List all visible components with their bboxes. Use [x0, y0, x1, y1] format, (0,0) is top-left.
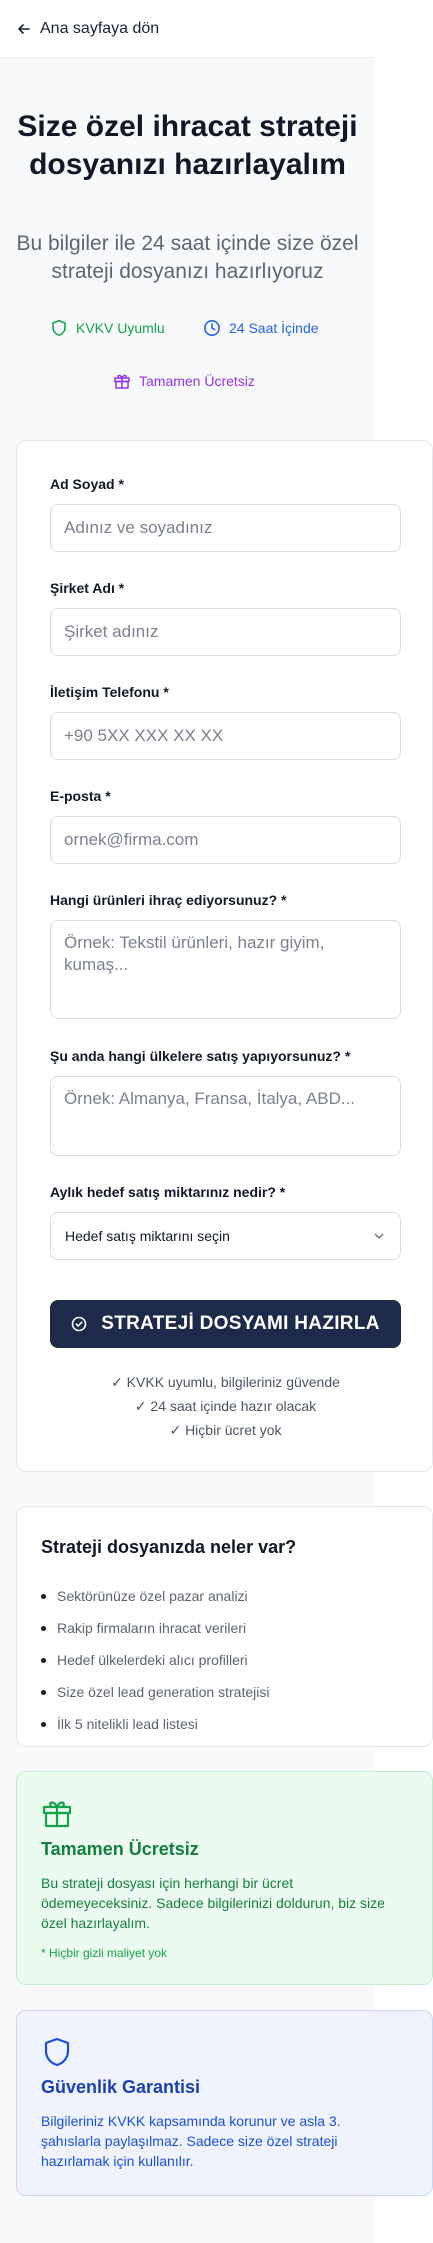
- gift-icon: [42, 1801, 72, 1828]
- phone-input[interactable]: [50, 712, 401, 760]
- trust-line-time: ✓ 24 saat içinde hazır olacak: [134, 1398, 317, 1414]
- free-info-note: * Hiçbir gizli maliyet yok: [41, 1946, 168, 1960]
- bullet-dot: [41, 1721, 46, 1727]
- free-badge-label: Tamamen Ücretsiz: [139, 373, 255, 389]
- email-label: E-posta *: [50, 788, 111, 804]
- shield-icon: [52, 320, 66, 336]
- feature-item-text: Hedef ülkelerdeki alıcı profilleri: [57, 1652, 248, 1668]
- free-info-text: Bu strateji dosyası için herhangi bir üc…: [41, 1875, 385, 1931]
- chevron-down-icon: [374, 1233, 384, 1239]
- back-home-link[interactable]: Ana sayfaya dön: [16, 20, 159, 38]
- trust-line-kvkk: ✓ KVKK uyumlu, bilgileriniz güvende: [111, 1374, 340, 1390]
- feature-item: Sektörünüze özel pazar analizi: [41, 1588, 248, 1604]
- time-badge-label: 24 Saat İçinde: [229, 320, 319, 336]
- countries-label: Şu anda hangi ülkelere satış yapıyorsunu…: [50, 1048, 351, 1064]
- free-info-title: Tamamen Ücretsiz: [41, 1839, 199, 1859]
- target-select-value: Hedef satış miktarını seçin: [65, 1228, 230, 1244]
- feature-item-text: Rakip firmaların ihracat verileri: [57, 1620, 247, 1636]
- gift-icon: [114, 374, 130, 389]
- feature-item-text: Size özel lead generation stratejisi: [57, 1684, 270, 1700]
- phone-label: İletişim Telefonu *: [50, 684, 169, 700]
- shield-icon: [44, 2037, 70, 2067]
- products-label: Hangi ürünleri ihraç ediyorsunuz? *: [50, 892, 287, 908]
- products-textarea[interactable]: [50, 920, 401, 1019]
- page-subtitle: Bu bilgiler ile 24 saat içinde size özel…: [16, 232, 359, 283]
- name-label: Ad Soyad *: [50, 476, 124, 492]
- back-home-label: Ana sayfaya dön: [40, 19, 160, 37]
- free-badge: Tamamen Ücretsiz: [113, 372, 255, 390]
- feature-item: İlk 5 nitelikli lead listesi: [41, 1716, 198, 1732]
- feature-item-text: İlk 5 nitelikli lead listesi: [57, 1716, 198, 1732]
- strategy-form: Ad Soyad * Şirket Adı * İletişim Telefon…: [16, 440, 433, 1472]
- target-select[interactable]: Hedef satış miktarını seçin: [50, 1212, 401, 1260]
- feature-item: Size özel lead generation stratejisi: [41, 1684, 269, 1700]
- bullet-dot: [41, 1593, 46, 1599]
- security-info-text: Bilgileriniz KVKK kapsamında korunur ve …: [41, 2113, 341, 2169]
- security-info-title: Güvenlik Garantisi: [41, 2077, 201, 2097]
- bullet-dot: [41, 1657, 46, 1663]
- bullet-dot: [41, 1625, 46, 1631]
- company-label: Şirket Adı *: [50, 580, 125, 596]
- company-input[interactable]: [50, 608, 401, 656]
- free-info-card: Tamamen Ücretsiz Bu strateji dosyası içi…: [16, 1771, 433, 1985]
- feature-item: Rakip firmaların ihracat verileri: [41, 1620, 246, 1636]
- submit-button-label: STRATEJİ DOSYAMI HAZIRLA: [101, 1313, 380, 1334]
- top-bar: Ana sayfaya dön: [0, 0, 375, 58]
- check-circle-icon: [71, 1316, 87, 1332]
- name-input[interactable]: [50, 504, 401, 552]
- trust-line-free: ✓ Hiçbir ücret yok: [169, 1422, 282, 1438]
- feature-item: Hedef ülkelerdeki alıcı profilleri: [41, 1652, 248, 1668]
- security-info-card: Güvenlik Garantisi Bilgileriniz KVKK kap…: [16, 2010, 433, 2196]
- clock-icon: [204, 320, 220, 336]
- features-card: Strateji dosyanızda neler var? Sektörünü…: [16, 1506, 433, 1747]
- kvkk-badge-label: KVKV Uyumlu: [76, 320, 165, 336]
- bullet-dot: [41, 1689, 46, 1695]
- arrow-left-icon: [18, 23, 30, 34]
- main-column: Ana sayfaya dön Size özel ihracat strate…: [0, 0, 433, 2243]
- features-title: Strateji dosyanızda neler var?: [41, 1537, 297, 1557]
- feature-item-text: Sektörünüze özel pazar analizi: [57, 1588, 248, 1604]
- countries-textarea[interactable]: [50, 1076, 401, 1156]
- target-label: Aylık hedef satış miktarınız nedir? *: [50, 1184, 286, 1200]
- kvkk-badge: KVKV Uyumlu: [50, 319, 165, 337]
- page: Ana sayfaya dön Size özel ihracat strate…: [0, 0, 433, 2243]
- time-badge: 24 Saat İçinde: [203, 319, 319, 337]
- email-input[interactable]: [50, 816, 401, 864]
- page-title: Size özel ihracat strateji dosyanızı haz…: [17, 110, 358, 181]
- submit-button[interactable]: STRATEJİ DOSYAMI HAZIRLA: [50, 1300, 401, 1348]
